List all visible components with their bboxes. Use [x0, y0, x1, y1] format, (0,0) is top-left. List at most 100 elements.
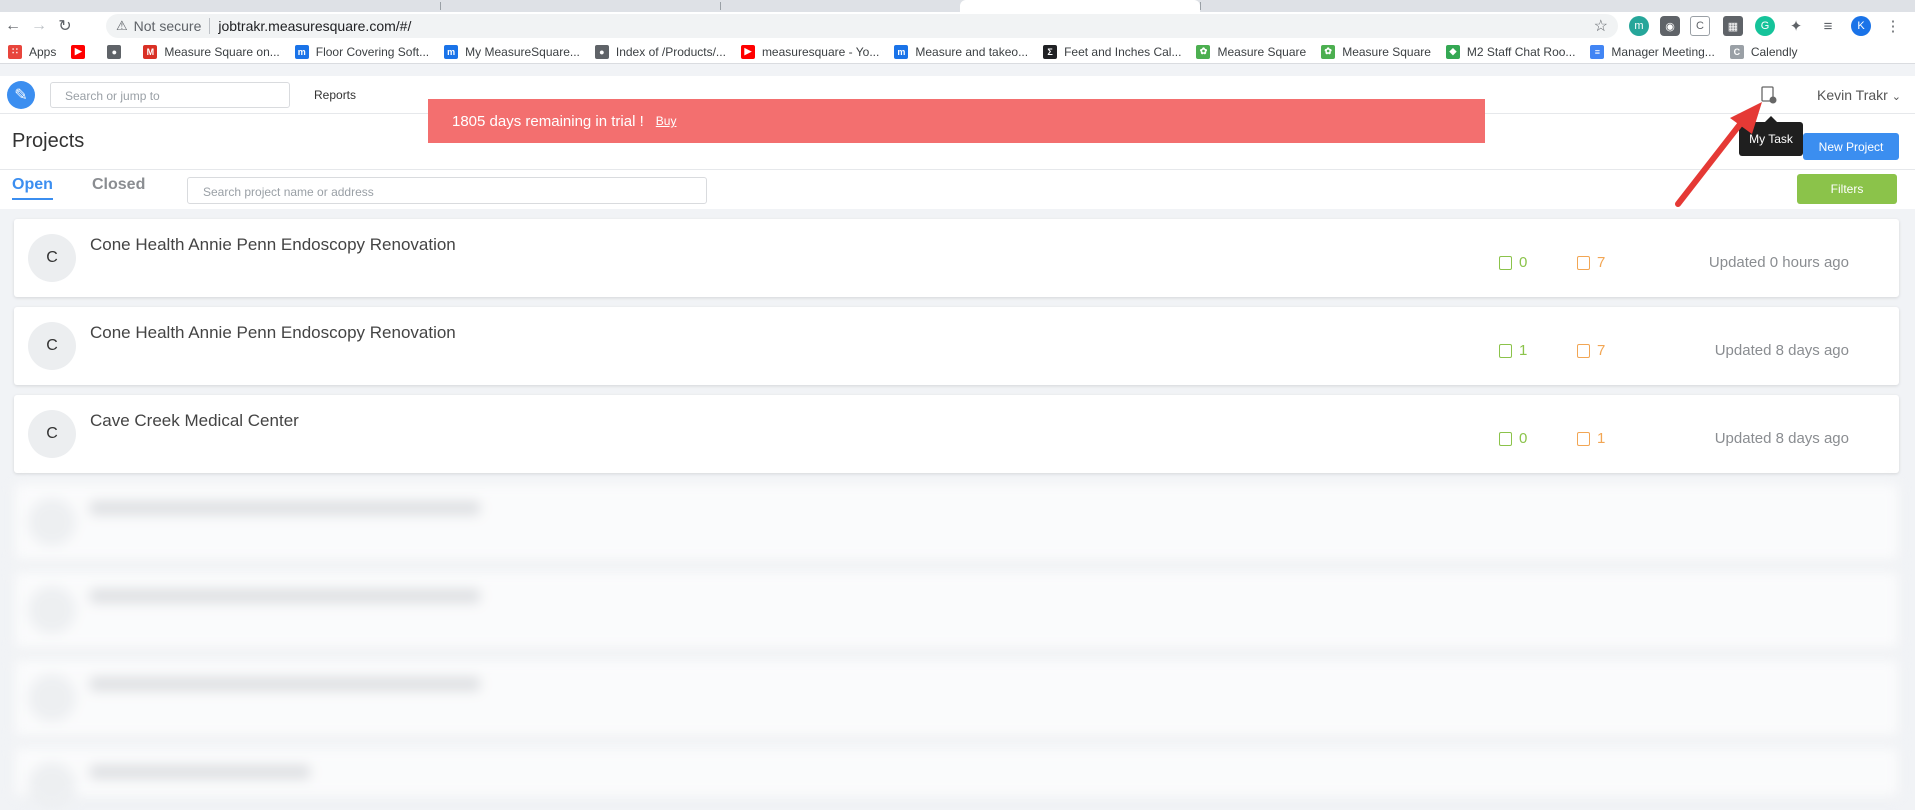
updated-time: Updated 8 days ago [1714, 430, 1849, 447]
task-count-value: 0 [1519, 430, 1528, 447]
task-count[interactable]: 1 [1499, 342, 1527, 359]
project-name[interactable]: Cave Creek Medical Center [90, 411, 299, 431]
profile-avatar[interactable]: K [1851, 16, 1871, 36]
reading-list-icon[interactable]: ≡ [1818, 16, 1838, 36]
bookmark-label: M2 Staff Chat Roo... [1466, 44, 1576, 59]
buy-link[interactable]: Buy [656, 114, 677, 128]
project-name[interactable]: Cone Health Annie Penn Endoscopy Renovat… [90, 235, 456, 255]
clipboard-icon [1499, 431, 1512, 446]
bookmark-item[interactable]: m Floor Covering Soft... [294, 44, 429, 59]
back-icon[interactable]: ← [0, 13, 26, 39]
reload-icon[interactable]: ↻ [52, 13, 78, 39]
user-menu[interactable]: Kevin Trakr ⌄ [1817, 87, 1901, 103]
user-name: Kevin Trakr [1817, 87, 1888, 103]
project-avatar: C [28, 322, 76, 370]
bookmark-item[interactable]: M Measure Square on... [143, 44, 280, 59]
bookmarks-bar: ∷ Apps ▶ ● M Measure Square on... m Floor Cover… [0, 40, 1915, 64]
url-text[interactable]: jobtrakr.measuresquare.com/#/ [218, 18, 411, 34]
bookmark-label: Manager Meeting... [1611, 44, 1715, 59]
bookmark-item[interactable]: ◆ M2 Staff Chat Roo... [1445, 44, 1576, 59]
grammarly-icon[interactable]: G [1755, 16, 1775, 36]
project-list: C Cone Health Annie Penn Endoscopy Renov… [14, 219, 1899, 810]
tab-separator [1200, 2, 1201, 10]
chrome-menu-icon[interactable]: ⋮ [1883, 16, 1903, 36]
extension-c-icon[interactable]: C [1690, 16, 1710, 36]
bookmark-item[interactable]: ✿ Measure Square [1196, 44, 1307, 59]
bookmark-item[interactable]: ● Index of /Products/... [594, 44, 726, 59]
bookmark-label: Measure Square on... [164, 44, 280, 59]
tab-separator [720, 2, 721, 10]
blurred-project-card [14, 483, 1899, 561]
browser-tabstrip [0, 0, 1915, 12]
updated-time: Updated 0 hours ago [1708, 254, 1849, 271]
extension-m-icon[interactable]: m [1629, 16, 1649, 36]
address-bar[interactable]: ⚠ Not secure jobtrakr.measuresquare.com/… [106, 14, 1618, 38]
trial-banner: 1805 days remaining in trial ! Buy [428, 99, 1485, 143]
globe-icon: ● [107, 44, 122, 59]
new-project-button[interactable]: New Project [1803, 133, 1899, 160]
tab-closed[interactable]: Closed [92, 176, 145, 194]
project-card[interactable]: C Cone Health Annie Penn Endoscopy Renov… [14, 219, 1899, 297]
note-count[interactable]: 7 [1577, 254, 1605, 271]
bookmark-item[interactable]: ≡ Manager Meeting... [1590, 44, 1715, 59]
project-avatar [28, 762, 76, 810]
project-name[interactable]: Cone Health Annie Penn Endoscopy Renovat… [90, 323, 456, 343]
note-count-value: 1 [1597, 430, 1606, 447]
leaf-icon: ✿ [1196, 44, 1211, 59]
note-count[interactable]: 1 [1577, 430, 1605, 447]
note-count-value: 7 [1597, 254, 1606, 271]
annotation-arrow [1675, 102, 1762, 207]
bookmark-item[interactable]: ∷ Apps [8, 44, 56, 59]
note-count-value: 7 [1597, 342, 1606, 359]
extension-eye-icon[interactable]: ◉ [1660, 16, 1680, 36]
project-avatar [28, 586, 76, 634]
bookmark-label: Feet and Inches Cal... [1064, 44, 1182, 59]
blurred-name-placeholder [90, 765, 310, 779]
bookmark-label: Measure and takeo... [915, 44, 1029, 59]
forward-icon[interactable]: → [26, 13, 52, 39]
clipboard-icon [1499, 343, 1512, 358]
extension-sheet-icon[interactable]: ▦ [1723, 16, 1743, 36]
project-card[interactable]: C Cave Creek Medical Center 0 1 Updated … [14, 395, 1899, 473]
puzzle-extensions-icon[interactable]: ✦ [1786, 16, 1806, 36]
blurred-project-list [14, 483, 1899, 810]
bookmark-label: My MeasureSquare... [465, 44, 580, 59]
bookmark-item[interactable]: ✿ Measure Square [1321, 44, 1431, 59]
bookmark-item[interactable]: m Measure and takeo... [894, 44, 1029, 59]
browser-tab-active[interactable] [960, 0, 1200, 12]
bookmark-label: Measure Square [1217, 44, 1307, 59]
reports-link[interactable]: Reports [314, 88, 356, 102]
bookmark-item[interactable]: ▶ [71, 44, 92, 59]
jump-search-input[interactable]: Search or jump to [50, 82, 290, 108]
project-avatar: C [28, 410, 76, 458]
bookmark-item[interactable]: C Calendly [1729, 44, 1798, 59]
task-count[interactable]: 0 [1499, 430, 1527, 447]
project-search-input[interactable]: Search project name or address [187, 177, 707, 204]
blurred-project-card [14, 747, 1899, 810]
note-count[interactable]: 7 [1577, 342, 1605, 359]
bookmark-item[interactable]: Σ Feet and Inches Cal... [1043, 44, 1182, 59]
app-logo-icon[interactable]: ✎ [7, 81, 35, 109]
browser-toolbar: ← → ↻ ⚠ Not secure jobtrakr.measuresquar… [0, 12, 1915, 40]
globe-icon: ● [594, 44, 609, 59]
warning-icon: ⚠ [116, 18, 128, 33]
tab-open[interactable]: Open [12, 176, 53, 200]
clipboard-icon [1499, 255, 1512, 270]
filters-button[interactable]: Filters [1797, 174, 1897, 204]
tab-separator [440, 2, 441, 10]
measuresquare-icon: m [294, 44, 309, 59]
trial-banner-text: 1805 days remaining in trial ! [452, 112, 644, 130]
bookmark-item[interactable]: ▶ measuresquare - Yo... [740, 44, 879, 59]
project-card[interactable]: C Cone Health Annie Penn Endoscopy Renov… [14, 307, 1899, 385]
bookmark-item[interactable]: m My MeasureSquare... [444, 44, 580, 59]
chevron-down-icon: ⌄ [1891, 91, 1901, 103]
bookmark-star-icon[interactable]: ☆ [1594, 16, 1608, 36]
sigma-icon: Σ [1043, 44, 1058, 59]
task-count[interactable]: 0 [1499, 254, 1527, 271]
apps-grid-icon: ∷ [8, 44, 22, 59]
divider [0, 169, 1915, 170]
blurred-name-placeholder [90, 501, 480, 515]
bookmark-item[interactable]: ● [107, 44, 128, 59]
bookmark-label: Measure Square [1342, 44, 1431, 59]
chat-icon: ◆ [1445, 44, 1460, 59]
